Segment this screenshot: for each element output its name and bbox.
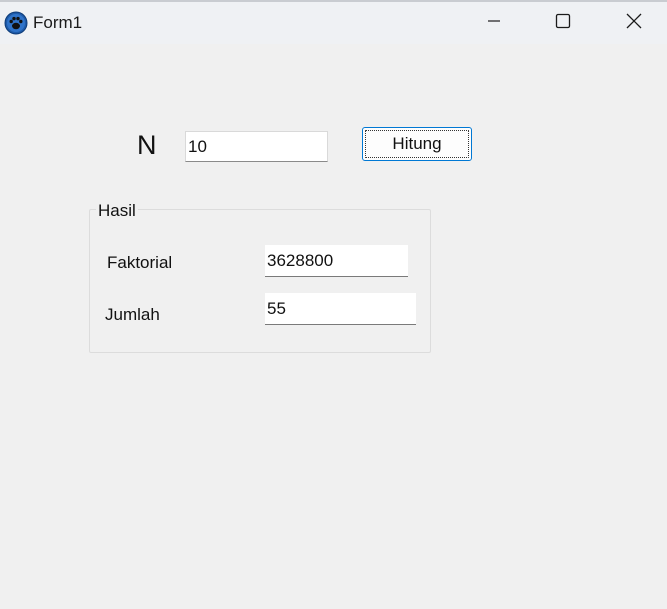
minimize-icon — [486, 13, 502, 34]
hasil-groupbox — [89, 209, 431, 353]
minimize-button[interactable] — [471, 2, 517, 44]
n-input[interactable] — [185, 131, 328, 162]
n-label: N — [137, 130, 157, 160]
maximize-icon — [555, 13, 571, 34]
jumlah-label: Jumlah — [105, 305, 160, 324]
jumlah-field[interactable] — [265, 293, 416, 325]
close-icon — [625, 12, 643, 35]
faktorial-field[interactable] — [265, 245, 408, 277]
maximize-button[interactable] — [540, 2, 586, 44]
title-bar[interactable]: Form1 — [0, 0, 667, 44]
hitung-button[interactable]: Hitung — [362, 127, 472, 161]
form1-window: Form1 N Hitung — [0, 0, 667, 609]
faktorial-label: Faktorial — [107, 253, 173, 272]
paw-icon[interactable] — [4, 11, 28, 35]
window-title: Form1 — [33, 13, 83, 32]
hasil-group-label: Hasil — [96, 201, 138, 221]
close-button[interactable] — [611, 2, 657, 44]
